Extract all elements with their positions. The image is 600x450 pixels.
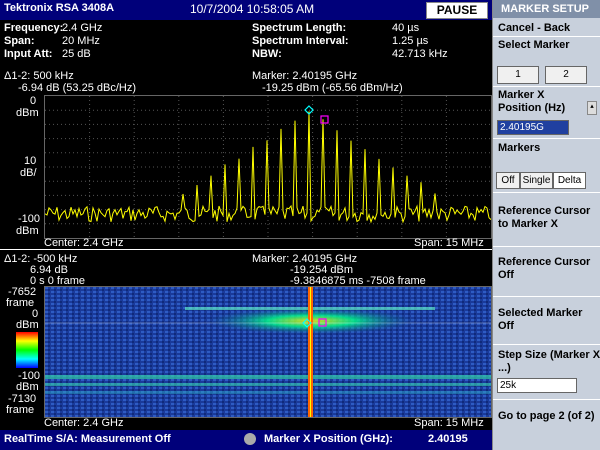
- spectrogram-band-2: [45, 383, 491, 386]
- go-to-page-2-button[interactable]: Go to page 2 (of 2): [493, 410, 600, 423]
- spectrum-delta-freq: Δ1-2: 500 kHz: [4, 70, 74, 82]
- ref-cursor-off-button[interactable]: Reference Cursor Off: [493, 256, 600, 282]
- markers-off-button[interactable]: Off: [496, 172, 520, 189]
- panel-title: MARKER SETUP: [493, 0, 600, 18]
- nbw-label: NBW:: [252, 48, 282, 60]
- y-bottom-value: -100: [18, 213, 41, 225]
- input-att-value: 25 dB: [62, 48, 91, 60]
- spectrum-span: Span: 15 MHz: [414, 237, 484, 249]
- spectrogram-readout: Δ1-2: -500 kHz 6.94 dB 0 s 0 frame Marke…: [0, 251, 492, 287]
- measurement-params: Frequency: 2.4 GHz Span: 20 MHz Input At…: [0, 20, 492, 62]
- spectrogram-span: Span: 15 MHz: [414, 417, 484, 429]
- spectrum-readout: Δ1-2: 500 kHz -6.94 dB (53.25 dBc/Hz) Ma…: [0, 68, 492, 94]
- y-bottom-unit: dBm: [16, 225, 39, 237]
- marker-setup-panel: MARKER SETUP Cancel - Back Select Marker…: [492, 0, 600, 450]
- brand-label: Tektronix RSA 3408A: [4, 2, 115, 14]
- spectrogram-carrier-core: [310, 287, 311, 417]
- spectrogram-background: [45, 287, 491, 417]
- markers-label: Markers: [498, 142, 541, 154]
- spectrum-trace: [44, 111, 492, 224]
- color-scale-bar: [16, 332, 38, 368]
- title-bar: Tektronix RSA 3408A 10/7/2004 10:58:05 A…: [0, 0, 492, 20]
- knob-icon: [244, 433, 256, 445]
- select-marker-label: Select Marker: [498, 39, 570, 51]
- nbw-value: 42.713 kHz: [392, 48, 448, 60]
- markers-delta-button[interactable]: Delta: [553, 172, 586, 189]
- spectrogram-band-3: [45, 391, 491, 394]
- spectrogram-band-1: [45, 375, 491, 379]
- ref-cursor-to-marker-button[interactable]: Reference Cursor to Marker X: [493, 205, 600, 231]
- marker-2-button[interactable]: 2: [545, 66, 587, 84]
- spectrogram-y-axis: -7652 frame 0 dBm -100 dBm -7130 frame: [0, 286, 44, 416]
- spectrum-marker-freq: Marker: 2.40195 GHz: [252, 70, 358, 82]
- frame-bottom-unit: frame: [6, 404, 35, 416]
- spectrogram-footer: Center: 2.4 GHz Span: 15 MHz: [0, 417, 492, 429]
- knob-label: Marker X Position (GHz):: [264, 433, 393, 445]
- cancel-back-button[interactable]: Cancel - Back: [493, 22, 600, 34]
- spinner-icon[interactable]: ▴: [587, 101, 597, 115]
- status-bar: RealTime S/A: Measurement Off Marker X P…: [0, 430, 492, 450]
- span-value: 20 MHz: [62, 35, 100, 47]
- spectrum-interval-label: Spectrum Interval:: [252, 35, 349, 47]
- marker-1-button[interactable]: 1: [497, 66, 539, 84]
- spectrogram-plot[interactable]: [44, 286, 492, 418]
- marker-x-position-input[interactable]: 2.40195G: [497, 120, 569, 135]
- spectrogram-center: Center: 2.4 GHz: [44, 417, 124, 429]
- step-size-input[interactable]: 25k: [497, 378, 577, 393]
- y-div-unit: dB/: [20, 167, 37, 179]
- frequency-label: Frequency:: [4, 22, 64, 34]
- spectrum-y-axis: 0 dBm 10 dB/ -100 dBm: [0, 95, 44, 237]
- spectrum-length-value: 40 µs: [392, 22, 420, 34]
- datetime-label: 10/7/2004 10:58:05 AM: [190, 2, 315, 16]
- panel-divider: [0, 249, 492, 250]
- spectrum-center: Center: 2.4 GHz: [44, 237, 124, 249]
- spectrogram-svg: [45, 287, 491, 417]
- marker-2-icon[interactable]: [320, 115, 329, 124]
- y-top-unit: dBm: [16, 107, 39, 119]
- span-label: Span:: [4, 35, 35, 47]
- spectrum-footer: Center: 2.4 GHz Span: 15 MHz: [0, 237, 492, 249]
- selected-marker-off-button[interactable]: Selected Marker Off: [493, 307, 600, 333]
- step-size-label: Step Size (Marker X ...): [498, 349, 600, 374]
- color-top-unit: dBm: [16, 319, 39, 331]
- spectrum-interval-value: 1.25 µs: [392, 35, 429, 47]
- status-mode: RealTime S/A: Measurement Off: [4, 433, 171, 445]
- color-bottom-unit: dBm: [16, 381, 39, 393]
- spectrum-length-label: Spectrum Length:: [252, 22, 347, 34]
- frame-top-unit: frame: [6, 297, 35, 309]
- y-div-value: 10: [24, 155, 37, 167]
- spectrum-marker-level: -19.25 dBm (-65.56 dBm/Hz): [262, 82, 403, 94]
- knob-value: 2.40195: [428, 433, 468, 445]
- spectrum-svg: [44, 96, 492, 238]
- input-att-label: Input Att:: [4, 48, 53, 60]
- frequency-value: 2.4 GHz: [62, 22, 103, 34]
- y-top-value: 0: [30, 95, 37, 107]
- spectrum-delta-level: -6.94 dB (53.25 dBc/Hz): [18, 82, 137, 94]
- spectrum-plot[interactable]: [44, 95, 492, 239]
- marker-x-position-label: Marker X Position (Hz): [498, 89, 566, 114]
- pause-button[interactable]: PAUSE: [426, 2, 488, 19]
- markers-single-button[interactable]: Single: [520, 172, 553, 189]
